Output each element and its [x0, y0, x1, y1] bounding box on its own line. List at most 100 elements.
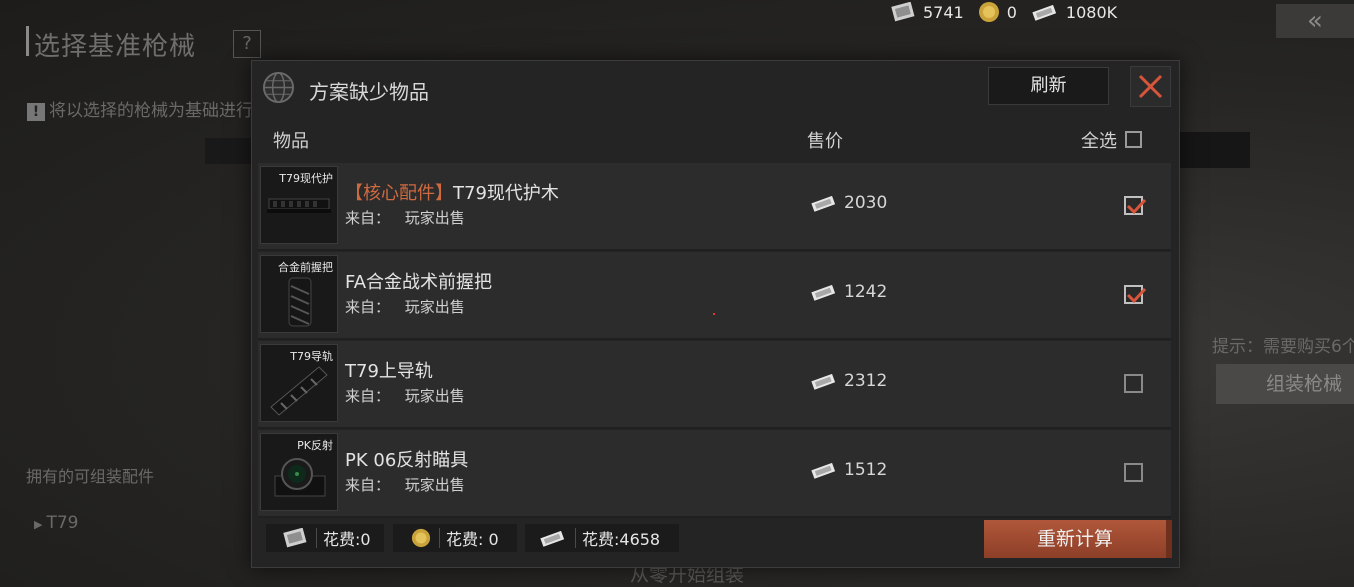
cash-icon	[811, 195, 836, 212]
item-checkbox[interactable]	[1124, 463, 1143, 482]
warning-icon: !	[27, 103, 45, 121]
source-value: 玩家出售	[404, 298, 465, 316]
play-icon: ▶	[34, 518, 43, 531]
thumb-label: T79导轨	[290, 350, 333, 363]
divider	[316, 528, 317, 548]
item-row[interactable]: T79现代护 【核心配件】T79现代护木 来自： 玩家出售 2030	[258, 163, 1171, 251]
item-thumbnail: PK反射	[260, 433, 338, 511]
price-value: 1242	[844, 282, 888, 302]
cash-balance: 1080K	[1031, 3, 1117, 22]
gold-coin-icon	[978, 2, 999, 22]
cursor-dot	[713, 313, 715, 315]
price-value: 2312	[844, 371, 888, 391]
select-all-label: 全选	[1081, 131, 1117, 152]
close-icon	[1138, 74, 1163, 99]
ticket-cost-value: 花费:0	[323, 530, 371, 549]
source-value: 玩家出售	[404, 476, 465, 494]
item-source: 来自： 玩家出售	[345, 385, 465, 406]
ticket-cost: 花费:0	[266, 524, 384, 552]
item-checkbox-checked[interactable]	[1124, 285, 1147, 304]
modal-title: 方案缺少物品	[309, 80, 429, 104]
checkmark-icon	[1126, 198, 1147, 215]
source-label: 来自：	[345, 298, 391, 316]
cash-cost-value: 花费:4658	[582, 530, 661, 549]
globe-icon	[262, 71, 295, 104]
item-name: 【核心配件】T79现代护木	[345, 179, 559, 205]
divider	[575, 528, 576, 548]
modal-footer: 花费:0 花费: 0 花费:4658 重新计算	[252, 517, 1179, 567]
item-row[interactable]: PK反射 PK 06反射瞄具 来自： 玩家出售 1512	[258, 430, 1171, 518]
gold-coin-icon	[411, 528, 431, 548]
title-accent-bar	[26, 26, 29, 56]
missing-items-modal: 方案缺少物品 刷新 物品 售价 全选 T79现代护 【核心配件】T79现代护木	[251, 60, 1180, 568]
item-thumbnail: 合金前握把	[260, 255, 338, 333]
cash-icon	[811, 373, 836, 390]
source-label: 来自：	[345, 476, 391, 494]
item-name: T79上导轨	[345, 357, 433, 383]
item-thumbnail: T79现代护	[260, 166, 338, 244]
gold-amount: 0	[1006, 2, 1017, 22]
select-all-checkbox[interactable]	[1125, 131, 1142, 148]
thumb-label: 合金前握把	[278, 261, 333, 274]
cash-icon	[1032, 4, 1057, 21]
item-price: 2312	[810, 371, 887, 391]
source-label: 来自：	[345, 209, 391, 227]
item-source: 来自： 玩家出售	[345, 207, 465, 228]
checkmark-icon	[1126, 287, 1147, 304]
warning-label: 将以选择的枪械为基础进行	[49, 101, 253, 121]
core-part-tag: 【核心配件】	[345, 183, 453, 204]
price-value: 2030	[844, 193, 888, 213]
background-weapon-image	[1178, 132, 1250, 168]
background-weapon-image	[205, 138, 251, 164]
back-button[interactable]: «	[1276, 4, 1354, 38]
item-name-text: T79现代护木	[453, 183, 559, 204]
help-button[interactable]: ?	[233, 30, 261, 58]
item-name-text: PK 06反射瞄具	[345, 450, 469, 471]
item-thumbnail: T79导轨	[260, 344, 338, 422]
item-name-text: T79上导轨	[345, 361, 433, 382]
item-price: 1242	[810, 282, 887, 302]
weapon-tab-label: T79	[46, 513, 79, 533]
item-price: 1512	[810, 460, 887, 480]
gold-cost-value: 花费: 0	[446, 530, 499, 549]
cash-cost: 花费:4658	[525, 524, 679, 552]
cash-amount: 1080K	[1065, 2, 1118, 22]
ticket-icon	[283, 528, 307, 548]
source-value: 玩家出售	[404, 209, 465, 227]
page-title: 选择基准枪械	[34, 32, 197, 62]
item-row[interactable]: 合金前握把 FA合金战术前握把 来自： 玩家出售 1242	[258, 252, 1171, 340]
source-value: 玩家出售	[404, 387, 465, 405]
cash-icon	[811, 284, 836, 301]
source-label: 来自：	[345, 387, 391, 405]
warning-text: ! 将以选择的枪械为基础进行	[27, 96, 253, 121]
modal-header: 方案缺少物品 刷新	[252, 61, 1179, 117]
cash-icon	[540, 530, 565, 547]
owned-parts-label: 拥有的可组装配件	[26, 467, 155, 486]
item-checkbox-checked[interactable]	[1124, 196, 1147, 215]
hint-text: 提示：需要购买6个	[1212, 337, 1354, 357]
close-button[interactable]	[1130, 66, 1171, 107]
thumb-label: PK反射	[297, 439, 333, 452]
item-name-text: FA合金战术前握把	[345, 272, 493, 293]
weapon-tab[interactable]: ▶ T79	[34, 513, 79, 533]
gold-balance: 0	[978, 1, 1017, 23]
item-source: 来自： 玩家出售	[345, 474, 465, 495]
item-price: 2030	[810, 193, 887, 213]
price-value: 1512	[844, 460, 888, 480]
currency-bar: 5741 0 1080K	[890, 0, 1125, 24]
recalculate-button[interactable]: 重新计算	[984, 520, 1172, 558]
column-header-price: 售价	[807, 131, 843, 152]
cash-icon	[811, 462, 836, 479]
item-source: 来自： 玩家出售	[345, 296, 465, 317]
thumb-label: T79现代护	[279, 172, 333, 185]
ticket-icon	[891, 2, 915, 22]
item-checkbox[interactable]	[1124, 374, 1143, 393]
divider	[439, 528, 440, 548]
item-name: FA合金战术前握把	[345, 268, 492, 294]
item-row[interactable]: T79导轨 T79上导轨 来自： 玩家出售 2312	[258, 341, 1171, 429]
refresh-button[interactable]: 刷新	[988, 67, 1109, 105]
assemble-weapon-button[interactable]: 组装枪械	[1216, 364, 1354, 404]
item-name: PK 06反射瞄具	[345, 446, 468, 472]
ticket-amount: 5741	[923, 2, 964, 22]
gold-cost: 花费: 0	[393, 524, 517, 552]
